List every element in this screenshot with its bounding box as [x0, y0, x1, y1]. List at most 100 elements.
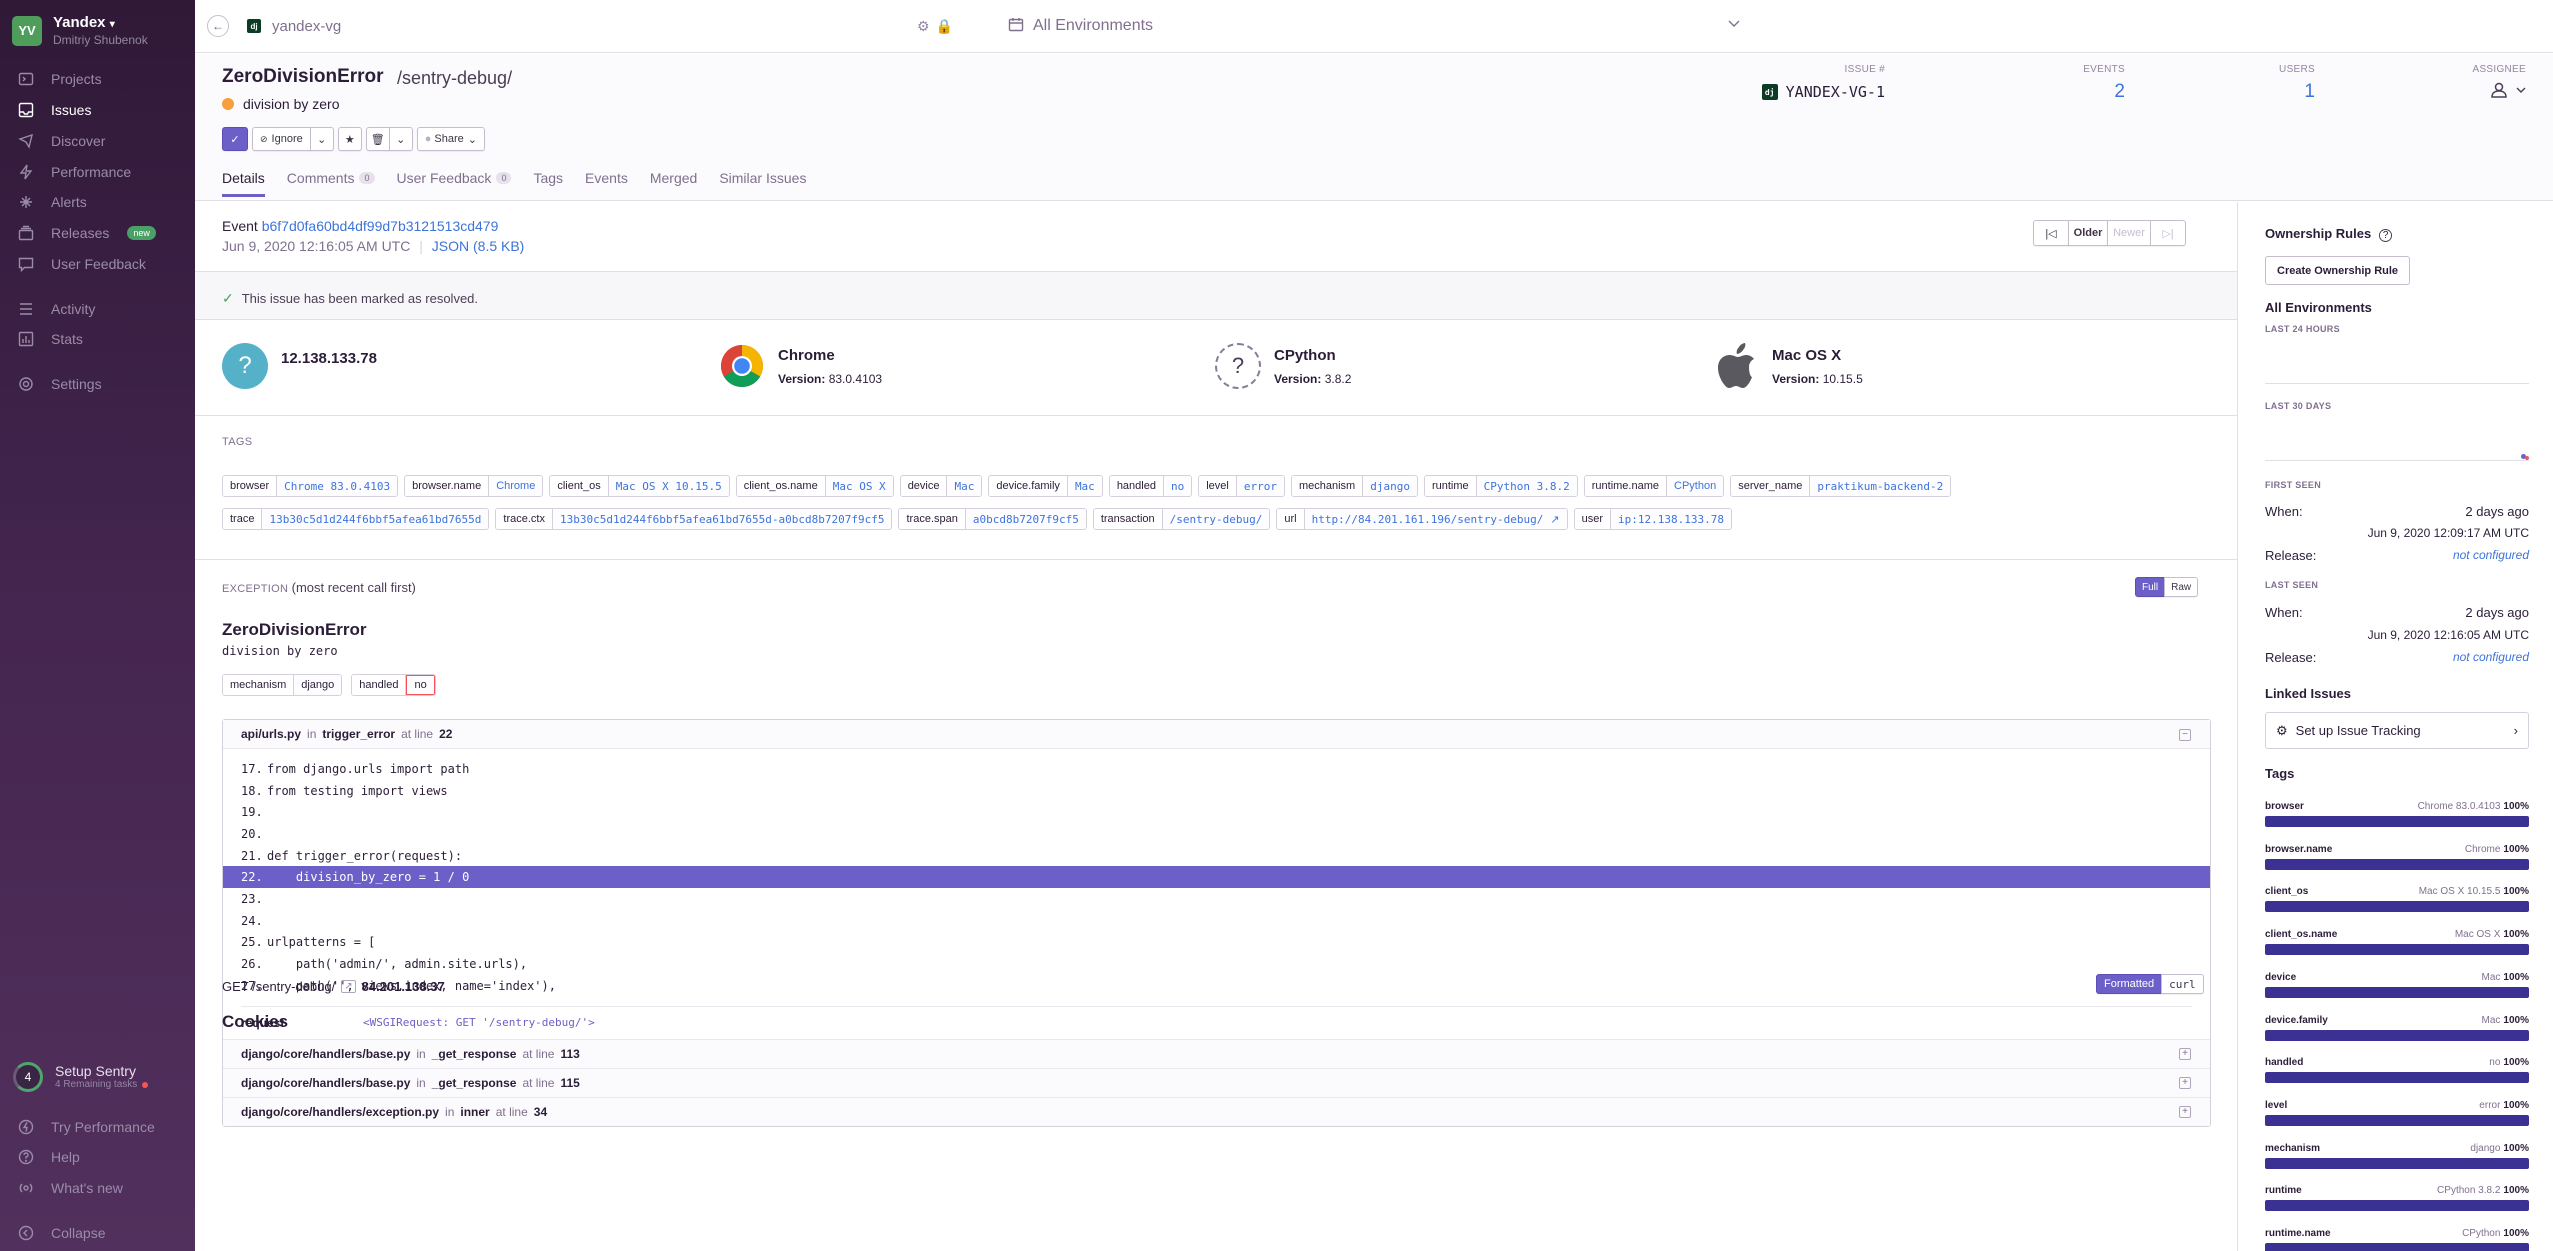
- frame-row[interactable]: django/core/handlers/base.py in _get_respo…: [223, 1067, 2210, 1097]
- ignore-dropdown[interactable]: ⌄: [309, 127, 334, 151]
- tag-device[interactable]: device Mac: [899, 475, 983, 497]
- tag-client_os-name[interactable]: client_os.name Mac OS X: [735, 475, 894, 497]
- expand-icon[interactable]: +: [2179, 1076, 2191, 1089]
- frame-row[interactable]: django/core/handlers/exception.py in inner…: [223, 1096, 2210, 1126]
- event-date: Jun 9, 2020 12:16:05 AM UTC: [222, 238, 411, 254]
- org-switcher[interactable]: YV Yandex ▾ Dmitriy Shubenok: [12, 14, 148, 47]
- tag-distribution[interactable]: device Mac 100%: [2265, 972, 2529, 998]
- environment-selector[interactable]: All Environments: [1033, 17, 1153, 35]
- tag-distribution[interactable]: device.family Mac 100%: [2265, 1015, 2529, 1041]
- project-selector[interactable]: yandex-vg: [272, 18, 341, 35]
- event-id-link[interactable]: b6f7d0fa60bd4df99d7b3121513cd479: [262, 218, 499, 234]
- event-details: Event b6f7d0fa60bd4df99d7b3121513cd479 J…: [195, 202, 2238, 1251]
- sidebar-item-user-feedback[interactable]: User Feedback: [18, 254, 146, 274]
- tab-merged[interactable]: Merged: [650, 170, 697, 197]
- tag-distribution[interactable]: browser Chrome 83.0.4103 100%: [2265, 801, 2529, 827]
- delete-button[interactable]: 🗑: [365, 127, 390, 151]
- events-stat[interactable]: EVENTS 2: [1995, 64, 2125, 103]
- tag-distribution[interactable]: runtime CPython 3.8.2 100%: [2265, 1185, 2529, 1212]
- tab-user-feedback[interactable]: User Feedback 0: [397, 170, 512, 197]
- tag-user[interactable]: user ip:12.138.133.78: [1573, 508, 1732, 530]
- help-icon[interactable]: ?: [2378, 229, 2393, 242]
- users-stat[interactable]: USERS 1: [2185, 64, 2315, 103]
- issue-tracking-button[interactable]: ⚙ Set up Issue Tracking ›: [2265, 712, 2529, 749]
- sidebar-item-discover[interactable]: Discover: [18, 131, 105, 151]
- share-button[interactable]: ● Share ⌄: [416, 127, 485, 151]
- last-release[interactable]: not configured: [2453, 650, 2529, 665]
- back-button[interactable]: ←: [207, 15, 229, 37]
- assignee-selector[interactable]: [2395, 81, 2526, 99]
- frame-header[interactable]: api/urls.py in trigger_error at line 22 …: [223, 720, 2210, 749]
- bookmark-button[interactable]: ★: [337, 127, 362, 151]
- raw-button[interactable]: Raw: [2164, 577, 2199, 597]
- tag-distribution[interactable]: browser.name Chrome 100%: [2265, 844, 2529, 870]
- tag-distribution[interactable]: mechanism django 100%: [2265, 1143, 2529, 1169]
- formatted-button[interactable]: Formatted: [2096, 974, 2163, 994]
- ignore-button[interactable]: ⊘ Ignore: [252, 127, 311, 151]
- full-button[interactable]: Full: [2135, 577, 2166, 597]
- tag-distribution[interactable]: runtime.name CPython 100%: [2265, 1228, 2529, 1251]
- sidebar-item-alerts[interactable]: Alerts: [18, 192, 87, 212]
- first-release[interactable]: not configured: [2453, 548, 2529, 563]
- collapse-icon[interactable]: −: [2179, 729, 2191, 741]
- tag-trace-span[interactable]: trace.span a0bcd8b7207f9cf5: [898, 508, 1087, 530]
- sidebar-item-whats-new[interactable]: What's new: [18, 1178, 123, 1198]
- tab-tags[interactable]: Tags: [533, 170, 563, 197]
- tab-comments[interactable]: Comments 0: [287, 170, 375, 197]
- chevron-down-icon[interactable]: [1727, 16, 1741, 33]
- tag-trace[interactable]: trace 13b30c5d1d244f6bbf5afea61bd7655d: [222, 508, 490, 530]
- sidebar-item-issues[interactable]: Issues: [18, 100, 91, 120]
- sidebar-item-help[interactable]: Help: [18, 1147, 80, 1167]
- sidebar-item-performance[interactable]: Performance: [18, 162, 131, 182]
- sidebar-item-try-performance[interactable]: Try Performance: [18, 1117, 155, 1137]
- tab-events[interactable]: Events: [585, 170, 628, 197]
- frame-row[interactable]: django/core/handlers/base.py in _get_respo…: [223, 1038, 2210, 1068]
- sidebar-item-activity[interactable]: Activity: [18, 299, 95, 319]
- newest-button[interactable]: ▷|: [2150, 220, 2186, 246]
- tag-server_name[interactable]: server_name praktikum-backend-2: [1730, 475, 1952, 497]
- oldest-button[interactable]: |◁: [2033, 220, 2069, 246]
- sidebar-item-stats[interactable]: Stats: [18, 329, 83, 349]
- sidebar-collapse[interactable]: Collapse: [18, 1223, 105, 1243]
- tag-handled[interactable]: handled no: [1108, 475, 1193, 497]
- tag-mechanism[interactable]: mechanism django: [1290, 475, 1418, 497]
- tag-browser[interactable]: browser Chrome 83.0.4103: [222, 475, 399, 497]
- tag-runtime-name[interactable]: runtime.name CPython: [1583, 475, 1725, 497]
- event-navigation: |◁ Older Newer ▷|: [2033, 220, 2186, 246]
- tag-trace-ctx[interactable]: trace.ctx 13b30c5d1d244f6bbf5afea61bd7655…: [495, 508, 893, 530]
- curl-button[interactable]: curl: [2161, 974, 2204, 994]
- mechanism-tag[interactable]: mechanism django: [222, 674, 343, 696]
- lock-icon[interactable]: 🔒: [936, 18, 953, 35]
- older-button[interactable]: Older: [2068, 220, 2108, 246]
- issue-tabs: Details Comments 0 User Feedback 0 Tags Ev…: [222, 170, 828, 197]
- expand-icon[interactable]: +: [2179, 1105, 2191, 1118]
- tag-distribution[interactable]: client_os.name Mac OS X 100%: [2265, 929, 2529, 956]
- tag-distribution[interactable]: client_os Mac OS X 10.15.5 100%: [2265, 886, 2529, 913]
- sidebar-item-releases[interactable]: Releases new: [18, 223, 156, 243]
- expand-icon[interactable]: +: [2179, 1047, 2191, 1060]
- external-link-icon[interactable]: ↗: [1550, 509, 1567, 529]
- tag-distribution[interactable]: handled no 100%: [2265, 1057, 2529, 1084]
- tab-similar-issues[interactable]: Similar Issues: [719, 170, 806, 197]
- create-ownership-rule-button[interactable]: Create Ownership Rule: [2265, 256, 2411, 285]
- tag-level[interactable]: level error: [1198, 475, 1285, 497]
- sidebar-item-settings[interactable]: Settings: [18, 374, 102, 394]
- tag-browser-name[interactable]: browser.name Chrome: [404, 475, 544, 497]
- newer-button[interactable]: Newer: [2107, 220, 2151, 246]
- setup-sentry[interactable]: 4 Setup Sentry 4 Remaining tasks: [13, 1062, 149, 1092]
- delete-dropdown[interactable]: ⌄: [388, 127, 413, 151]
- handled-tag[interactable]: handled no: [351, 674, 436, 696]
- tag-client_os[interactable]: client_os Mac OS X 10.15.5: [549, 475, 730, 497]
- tab-details[interactable]: Details: [222, 170, 265, 197]
- tag-runtime[interactable]: runtime CPython 3.8.2: [1423, 475, 1578, 497]
- external-link-icon[interactable]: ↗: [341, 980, 356, 993]
- tag-url[interactable]: url http://84.201.161.196/sentry-debug/↗: [1276, 508, 1568, 530]
- tag-transaction[interactable]: transaction/sentry-debug/: [1092, 508, 1271, 530]
- setup-subtitle: 4 Remaining tasks: [55, 1079, 138, 1090]
- resolve-button[interactable]: ✓: [222, 127, 248, 151]
- sidebar-item-projects[interactable]: Projects: [18, 69, 102, 89]
- tag-device-family[interactable]: device.family Mac: [988, 475, 1103, 497]
- json-link[interactable]: JSON (8.5 KB): [432, 238, 525, 254]
- gear-icon[interactable]: ⚙: [917, 18, 930, 35]
- tag-distribution[interactable]: level error 100%: [2265, 1100, 2529, 1126]
